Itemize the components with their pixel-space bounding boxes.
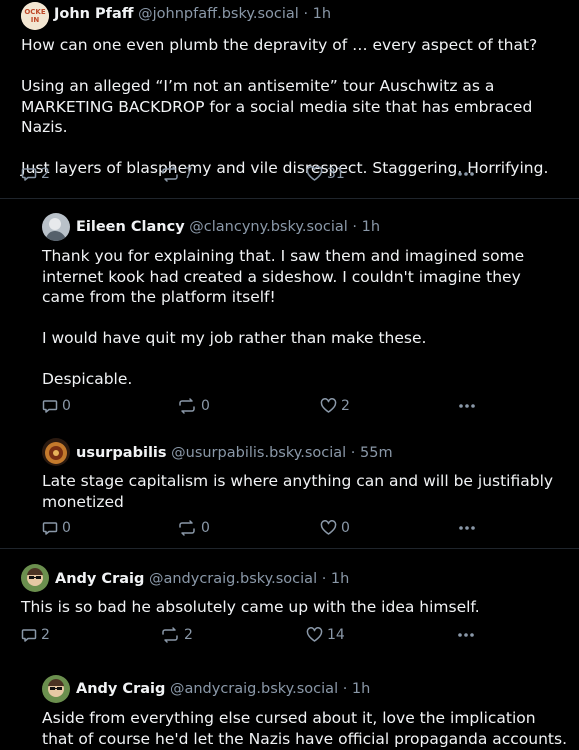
author-name[interactable]: Andy Craig bbox=[55, 571, 144, 587]
post-text: Aside from everything else cursed about … bbox=[42, 709, 568, 748]
like-button[interactable]: 2 bbox=[320, 398, 350, 414]
like-count: 0 bbox=[341, 520, 350, 536]
more-options-button[interactable] bbox=[458, 520, 476, 536]
post-time[interactable]: · 1h bbox=[322, 571, 350, 587]
repost-count: 0 bbox=[201, 520, 210, 536]
speech-bubble-icon bbox=[42, 522, 58, 535]
like-count: 31 bbox=[327, 166, 345, 182]
post-usurpabilis[interactable]: usurpabilis @usurpabilis.bsky.social · 5… bbox=[0, 428, 579, 548]
post-text: This is so bad he absolutely came up wit… bbox=[21, 598, 480, 616]
post-header: usurpabilis @usurpabilis.bsky.social · 5… bbox=[76, 445, 393, 461]
like-count: 2 bbox=[341, 398, 350, 414]
more-options-button[interactable] bbox=[457, 627, 475, 643]
post-header: Andy Craig @andycraig.bsky.social · 1h bbox=[55, 571, 349, 587]
post-actions: 2 2 14 bbox=[21, 627, 561, 647]
like-button[interactable]: 14 bbox=[306, 627, 345, 643]
avatar[interactable] bbox=[21, 564, 49, 592]
post-header: Andy Craig @andycraig.bsky.social · 1h bbox=[76, 681, 370, 697]
ellipsis-icon bbox=[458, 633, 474, 637]
post-actions: 0 0 0 bbox=[42, 520, 542, 540]
avatar[interactable] bbox=[42, 213, 70, 241]
repost-button[interactable]: 2 bbox=[160, 627, 193, 643]
post-text: Late stage capitalism is where anything … bbox=[42, 472, 559, 511]
reply-button[interactable]: 0 bbox=[42, 398, 71, 414]
repost-button[interactable]: 0 bbox=[177, 398, 210, 414]
like-button[interactable]: 0 bbox=[320, 520, 350, 536]
svg-text:IN: IN bbox=[31, 16, 40, 24]
author-handle[interactable]: @andycraig.bsky.social bbox=[170, 681, 338, 697]
reply-button[interactable]: 0 bbox=[42, 520, 71, 536]
repost-count: 7 bbox=[184, 166, 193, 182]
post-john-pfaff[interactable]: OCKE IN John Pfaff @johnpfaff.bsky.socia… bbox=[0, 0, 579, 199]
reply-count: 2 bbox=[41, 166, 50, 182]
like-button[interactable]: 31 bbox=[306, 166, 345, 182]
post-andy-craig[interactable]: Andy Craig @andycraig.bsky.social · 1h T… bbox=[0, 549, 579, 661]
author-name[interactable]: usurpabilis bbox=[76, 445, 167, 461]
speech-bubble-icon bbox=[21, 629, 37, 642]
post-actions: 2 7 31 bbox=[21, 166, 561, 186]
ellipsis-icon bbox=[458, 172, 474, 176]
speech-bubble-icon bbox=[21, 168, 37, 181]
post-time[interactable]: · 1h bbox=[343, 681, 371, 697]
like-count: 14 bbox=[327, 627, 345, 643]
post-eileen-clancy[interactable]: Eileen Clancy @clancyny.bsky.social · 1h… bbox=[0, 198, 579, 428]
more-options-button[interactable] bbox=[457, 166, 475, 182]
reply-count: 0 bbox=[62, 520, 71, 536]
post-header: John Pfaff @johnpfaff.bsky.social · 1h bbox=[54, 6, 331, 22]
author-name[interactable]: John Pfaff bbox=[54, 6, 134, 22]
svg-text:OCKE: OCKE bbox=[24, 8, 46, 16]
reply-button[interactable]: 2 bbox=[21, 627, 50, 643]
speech-bubble-icon bbox=[42, 400, 58, 413]
post-time[interactable]: · 1h bbox=[303, 6, 331, 22]
repost-button[interactable]: 7 bbox=[160, 166, 193, 182]
post-text: How can one even plumb the depravity of … bbox=[21, 36, 549, 177]
ellipsis-icon bbox=[459, 404, 475, 408]
repost-arrows-icon bbox=[179, 520, 195, 536]
author-handle[interactable]: @usurpabilis.bsky.social bbox=[171, 445, 346, 461]
heart-icon bbox=[320, 398, 337, 413]
author-handle[interactable]: @clancyny.bsky.social bbox=[189, 219, 348, 235]
reply-button[interactable]: 2 bbox=[21, 166, 50, 182]
repost-button[interactable]: 0 bbox=[177, 520, 210, 536]
post-time[interactable]: · 55m bbox=[351, 445, 393, 461]
avatar[interactable]: OCKE IN bbox=[21, 2, 49, 30]
post-text: Thank you for explaining that. I saw the… bbox=[42, 247, 525, 388]
heart-icon bbox=[306, 166, 323, 181]
repost-arrows-icon bbox=[179, 398, 195, 414]
avatar[interactable] bbox=[42, 438, 70, 466]
repost-arrows-icon bbox=[162, 627, 178, 643]
repost-count: 0 bbox=[201, 398, 210, 414]
repost-arrows-icon bbox=[162, 166, 178, 182]
avatar[interactable] bbox=[42, 675, 70, 703]
repost-count: 2 bbox=[184, 627, 193, 643]
ellipsis-icon bbox=[459, 526, 475, 530]
post-header: Eileen Clancy @clancyny.bsky.social · 1h bbox=[76, 219, 380, 235]
author-handle[interactable]: @johnpfaff.bsky.social bbox=[138, 6, 299, 22]
author-name[interactable]: Andy Craig bbox=[76, 681, 165, 697]
post-time[interactable]: · 1h bbox=[352, 219, 380, 235]
author-name[interactable]: Eileen Clancy bbox=[76, 219, 185, 235]
author-handle[interactable]: @andycraig.bsky.social bbox=[149, 571, 317, 587]
heart-icon bbox=[320, 520, 337, 535]
post-andy-craig-reply[interactable]: Andy Craig @andycraig.bsky.social · 1h A… bbox=[0, 661, 579, 750]
reply-count: 2 bbox=[41, 627, 50, 643]
more-options-button[interactable] bbox=[458, 398, 476, 414]
post-actions: 0 0 2 bbox=[42, 398, 542, 418]
reply-count: 0 bbox=[62, 398, 71, 414]
heart-icon bbox=[306, 627, 323, 642]
